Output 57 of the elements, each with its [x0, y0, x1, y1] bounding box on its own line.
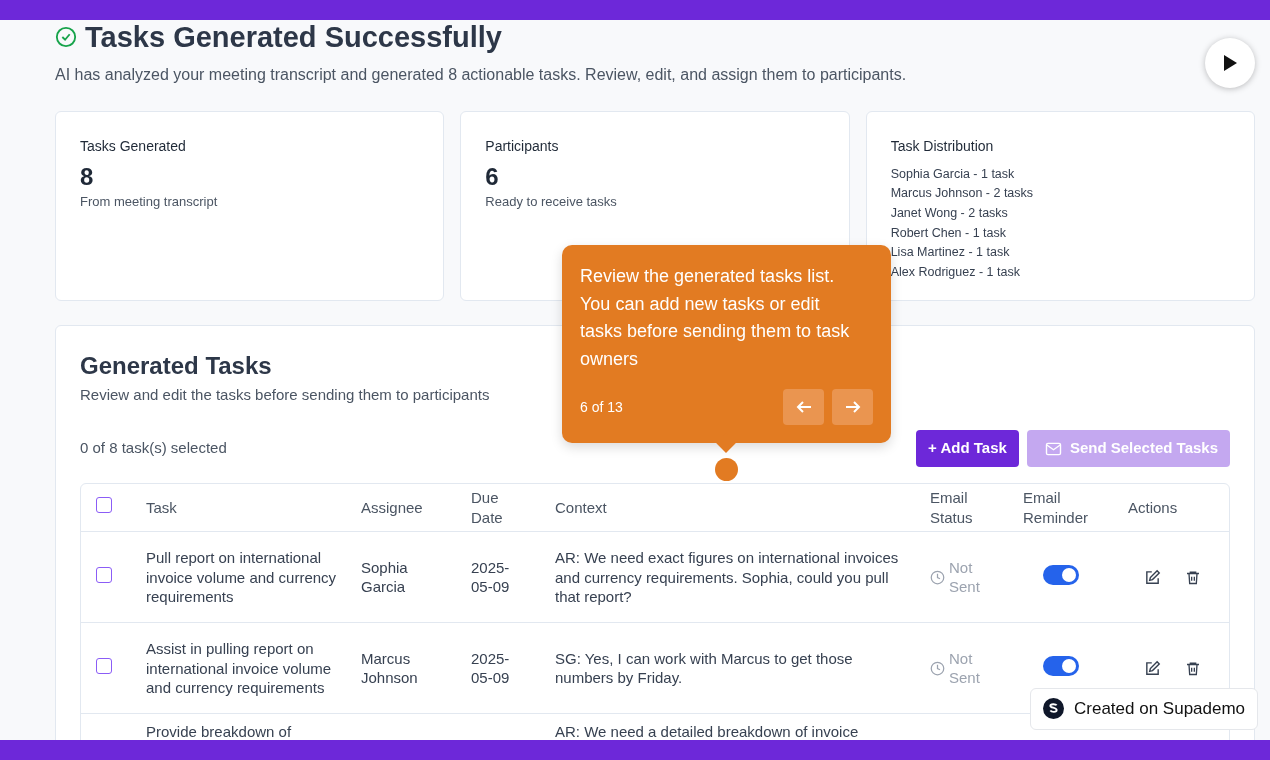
- assignee-cell: Sophia Garcia: [361, 558, 408, 596]
- clock-icon: [930, 569, 945, 585]
- add-task-button[interactable]: + Add Task: [916, 430, 1019, 467]
- reminder-toggle[interactable]: [1043, 565, 1079, 586]
- stat-caption: From meeting transcript: [80, 192, 219, 211]
- distribution-item: Janet Wong - 2 tasks: [890, 205, 1009, 222]
- panel-subtitle: Review and edit the tasks before sending them to participants: [80, 384, 490, 405]
- column-header: Task: [146, 498, 177, 516]
- context-cell: AR: We need exact figures on international invoices and currency requirements. Sophia, could you pull that report?: [555, 549, 899, 606]
- arrow-right-icon: [844, 400, 861, 414]
- reminder-toggle[interactable]: [1043, 656, 1079, 677]
- column-header: Context: [555, 498, 607, 516]
- play-icon: [1221, 53, 1239, 73]
- due-date-cell: 2025-05-09: [471, 558, 510, 596]
- email-status: Not Sent: [949, 648, 981, 688]
- play-button[interactable]: [1205, 38, 1255, 88]
- email-status: Not Sent: [949, 557, 981, 597]
- task-cell: Provide breakdown of: [146, 723, 292, 740]
- badge-text: Created on Supademo: [1074, 698, 1246, 720]
- distribution-item: Robert Chen - 1 task: [890, 224, 1007, 242]
- tooltip-text: Review the generated tasks list. You can add new tasks or edit tasks before sending them to task owners: [580, 265, 851, 371]
- context-cell: AR: We need a detailed breakdown of invoice: [555, 723, 859, 740]
- distribution-item: Marcus Johnson - 2 tasks: [890, 185, 1035, 203]
- logo-icon: [1043, 698, 1064, 720]
- context-cell: SG: Yes, I can work with Marcus to get those numbers by Friday.: [555, 649, 853, 687]
- stat-label: Task Distribution: [890, 136, 995, 156]
- due-date-cell: 2025-05-09: [471, 649, 510, 687]
- column-header: Due Date: [471, 489, 503, 526]
- distribution-item: Lisa Martinez - 1 task: [890, 244, 1011, 262]
- task-cell: Assist in pulling report on international invoice volume and currency requirements: [146, 640, 332, 697]
- row-checkbox[interactable]: [96, 567, 112, 584]
- edit-button[interactable]: [1144, 659, 1161, 677]
- edit-button[interactable]: [1144, 568, 1161, 586]
- column-header: Actions: [1128, 498, 1178, 516]
- arrow-left-icon: [795, 400, 812, 414]
- distribution-item: Sophia Garcia - 1 task: [890, 165, 1016, 183]
- distribution-item: Alex Rodriguez - 1 task: [890, 263, 1021, 281]
- success-check-icon: [55, 26, 77, 49]
- stat-value: 6: [485, 162, 500, 192]
- row-checkbox[interactable]: [96, 658, 112, 675]
- clock-icon: [930, 660, 945, 676]
- assignee-cell: Marcus Johnson: [361, 649, 418, 687]
- page-subtitle: AI has analyzed your meeting transcript and generated 8 actionable tasks. Review, edit, and assign them to participants.: [55, 64, 907, 85]
- column-header: Email Reminder: [1023, 489, 1089, 526]
- column-header: Assignee: [361, 498, 423, 516]
- stat-label: Participants: [485, 136, 560, 156]
- stat-caption: Ready to receive tasks: [485, 192, 618, 211]
- selection-count: 0 of 8 task(s) selected: [80, 438, 227, 459]
- column-header: Email Status: [930, 489, 973, 526]
- stat-label: Tasks Generated: [80, 136, 187, 156]
- task-cell: Pull report on international invoice volume and currency requirements: [146, 549, 337, 606]
- panel-title: Generated Tasks: [80, 350, 272, 381]
- select-all-checkbox[interactable]: [96, 497, 112, 514]
- mail-icon: [1044, 441, 1062, 456]
- stat-value: 8: [80, 162, 95, 192]
- page-title: Tasks Generated Successfully: [85, 20, 502, 55]
- step-counter: 6 of 13: [580, 397, 623, 417]
